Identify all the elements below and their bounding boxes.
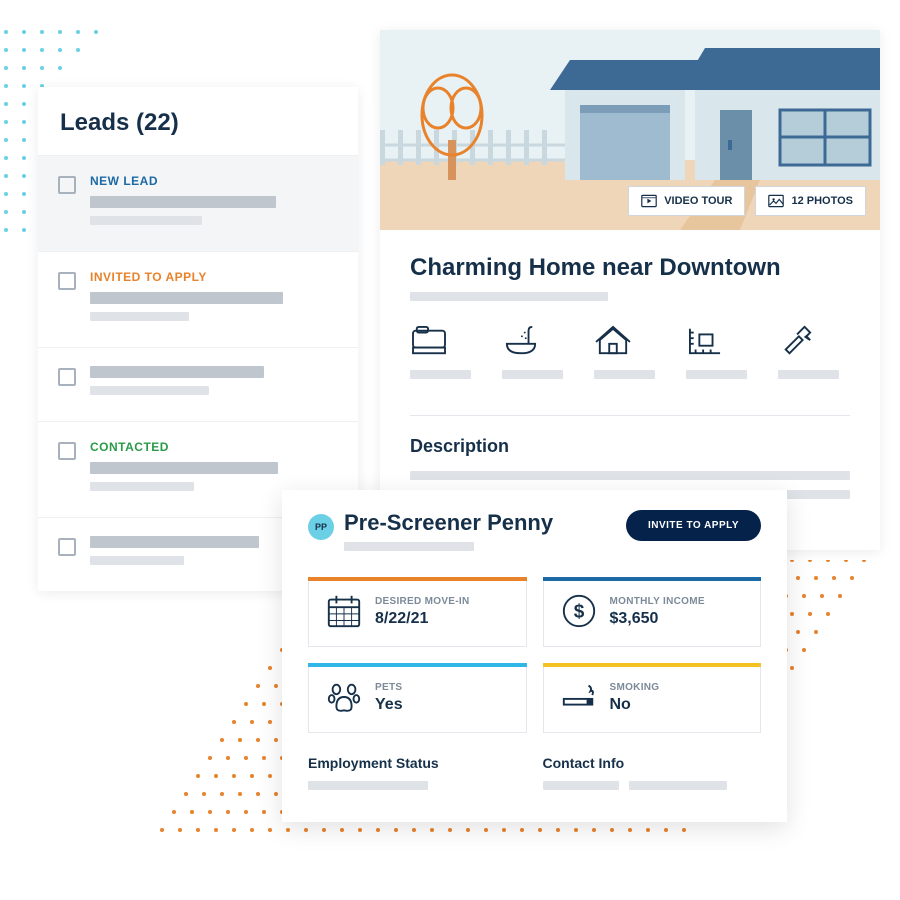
lead-row-invited[interactable]: INVITED TO APPLY [38, 251, 358, 347]
lead-detail-card: PP Pre-Screener Penny INVITE TO APPLY DE… [282, 490, 787, 822]
contact-label: Contact Info [543, 755, 762, 771]
photos-button[interactable]: 12 PHOTOS [755, 186, 866, 216]
feature-sqft [686, 325, 758, 387]
video-tour-button[interactable]: VIDEO TOUR [628, 186, 745, 216]
listing-title: Charming Home near Downtown [410, 254, 850, 282]
lead-row[interactable] [38, 347, 358, 421]
feature-bath [502, 325, 574, 387]
info-smoking: SMOKING No [543, 663, 762, 733]
lead-checkbox[interactable] [58, 176, 76, 194]
video-icon [641, 194, 657, 208]
hammer-icon [778, 325, 816, 357]
photos-icon [768, 194, 784, 208]
invite-to-apply-button[interactable]: INVITE TO APPLY [626, 510, 761, 541]
listing-hero: VIDEO TOUR 12 PHOTOS [380, 30, 880, 230]
listing-panel: VIDEO TOUR 12 PHOTOS Charming Home near … [380, 30, 880, 550]
feature-built [778, 325, 850, 387]
lead-checkbox[interactable] [58, 538, 76, 556]
lead-checkbox[interactable] [58, 272, 76, 290]
svg-text:$: $ [573, 602, 584, 623]
employment-label: Employment Status [308, 755, 527, 771]
lead-status-contacted: CONTACTED [90, 440, 338, 454]
lead-status-invited: INVITED TO APPLY [90, 270, 338, 284]
bed-icon [410, 325, 448, 357]
paw-icon [325, 678, 363, 716]
cigarette-icon [560, 678, 598, 716]
lead-row-new[interactable]: NEW LEAD [38, 155, 358, 251]
info-pets: PETS Yes [308, 663, 527, 733]
lead-checkbox[interactable] [58, 368, 76, 386]
lead-name: Pre-Screener Penny [344, 510, 616, 536]
bath-icon [502, 325, 540, 357]
feature-bed [410, 325, 482, 387]
dollar-icon: $ [560, 592, 598, 630]
feature-type [594, 325, 666, 387]
leads-title: Leads (22) [38, 87, 358, 155]
lead-status-new: NEW LEAD [90, 174, 338, 188]
house-icon [594, 325, 632, 357]
feature-row [410, 325, 850, 387]
description-label: Description [410, 436, 850, 457]
info-income: $ MONTHLY INCOME $3,650 [543, 577, 762, 647]
ruler-icon [686, 325, 724, 357]
lead-checkbox[interactable] [58, 442, 76, 460]
info-move-in: DESIRED MOVE-IN 8/22/21 [308, 577, 527, 647]
avatar: PP [308, 514, 334, 540]
calendar-icon [325, 592, 363, 630]
